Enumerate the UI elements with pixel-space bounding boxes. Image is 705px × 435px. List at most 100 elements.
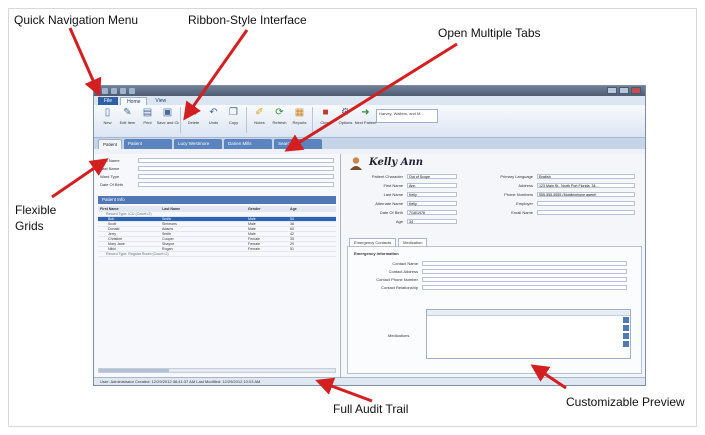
ribbon-button-next-patient[interactable]: ➜ Next Patient xyxy=(355,107,377,137)
ribbon-button-refresh[interactable]: ⟳ Refresh xyxy=(270,107,289,137)
grid-column-header[interactable]: Age xyxy=(288,206,336,211)
table-cell: Donald xyxy=(108,227,120,231)
ribbon-button-reports[interactable]: ▦ Reports xyxy=(290,107,309,137)
filter-input[interactable] xyxy=(138,182,334,187)
filter-input[interactable] xyxy=(138,174,334,179)
document-tab[interactable]: Search xyxy=(274,139,323,149)
detail-label: First Name xyxy=(383,183,403,188)
new-document-icon: ▯ xyxy=(104,107,111,118)
detail-label: Alternate Name xyxy=(375,201,403,206)
patient-avatar-icon xyxy=(350,157,362,170)
qat-button[interactable] xyxy=(120,88,126,94)
ribbon-button-save-and-close[interactable]: ▣ Save and Close xyxy=(157,107,179,137)
close-window-button[interactable] xyxy=(631,87,641,94)
tab-medication[interactable]: Medication xyxy=(398,238,428,246)
ribbon-button-copy[interactable]: ❐ Copy xyxy=(224,107,243,137)
filter-label: Date Of Birth xyxy=(100,182,124,187)
detail-input[interactable]: 34 xyxy=(407,219,457,224)
contact-input[interactable] xyxy=(422,269,627,274)
filter-input[interactable] xyxy=(138,158,334,163)
ribbon-button-label: Options xyxy=(338,120,353,125)
table-cell: Male xyxy=(248,217,256,221)
detail-input[interactable]: Out of Scope xyxy=(407,174,457,179)
table-cell: 51 xyxy=(290,247,294,251)
filter-input[interactable] xyxy=(138,166,334,171)
detail-input[interactable]: Ann xyxy=(407,183,457,188)
document-tab[interactable]: Lucy Westmore xyxy=(174,139,223,149)
patient-grid: First Name Last Name Gender Age Record Type:… xyxy=(98,206,336,257)
detail-input[interactable]: 123 Main St., North Port Florida, 34... xyxy=(537,183,635,188)
table-cell: Smith xyxy=(162,217,172,221)
editor-side-button[interactable] xyxy=(623,317,629,323)
grid-column-header[interactable]: First Name xyxy=(98,206,160,211)
editor-side-button[interactable] xyxy=(623,333,629,339)
detail-input[interactable]: Kelly xyxy=(407,201,457,206)
printer-icon: ▤ xyxy=(142,107,153,118)
detail-label: Primary Language xyxy=(500,174,533,179)
document-tab[interactable]: Patient xyxy=(124,139,173,149)
ribbon-button-delete[interactable]: ✖ Delete xyxy=(184,107,203,137)
editor-side-button[interactable] xyxy=(623,325,629,331)
detail-input[interactable]: English xyxy=(537,174,635,179)
qat-button[interactable] xyxy=(111,88,117,94)
ribbon-button-edit-item[interactable]: ✎ Edit Item xyxy=(118,107,137,137)
menu-tab-view[interactable]: View xyxy=(149,97,172,105)
ribbon-button-label: Print xyxy=(143,120,152,125)
qat-button[interactable] xyxy=(129,88,135,94)
qat-button[interactable] xyxy=(102,88,108,94)
table-cell: Female xyxy=(248,237,260,241)
ribbon-button-close[interactable]: ■ Close xyxy=(316,107,335,137)
table-cell: 54 xyxy=(290,217,294,221)
ribbon-button-options[interactable]: ⚙ Options xyxy=(336,107,355,137)
edit-icon: ✎ xyxy=(123,107,132,118)
ribbon-button-label: Refresh xyxy=(272,120,287,125)
audit-status-bar: User: Administrator Created: 12/29/2012 … xyxy=(94,377,645,385)
editor-toolbar[interactable] xyxy=(427,310,630,316)
detail-input[interactable] xyxy=(537,210,635,215)
ribbon-button-print[interactable]: ▤ Print xyxy=(138,107,157,137)
table-cell: 60 xyxy=(290,227,294,231)
contact-label: Contact Address xyxy=(388,269,418,274)
ribbon-button-new[interactable]: ▯ New xyxy=(98,107,117,137)
ribbon-button-label: New xyxy=(103,120,112,125)
ribbon-button-notes[interactable]: ✐ Notes xyxy=(250,107,269,137)
table-cell: Male xyxy=(248,227,256,231)
contact-input[interactable] xyxy=(422,261,627,266)
document-tab[interactable]: Patient xyxy=(98,139,123,149)
grid-column-header[interactable]: Last Name xyxy=(160,206,246,211)
quick-access-toolbar[interactable] xyxy=(102,88,135,94)
tab-emergency-contacts[interactable]: Emergency Contacts xyxy=(349,238,397,246)
callout-quick-navigation: Quick Navigation Menu xyxy=(14,13,139,27)
ribbon-text-box[interactable]: Harvey, Walters, and M... xyxy=(376,109,438,123)
ribbon-button-undo[interactable]: ↶ Undo xyxy=(204,107,223,137)
table-cell: Rogan xyxy=(162,247,173,251)
callout-ribbon-interface: Ribbon-Style Interface xyxy=(188,13,307,27)
detail-input[interactable]: 7/16/1976 xyxy=(407,210,457,215)
table-cell: Shayne xyxy=(162,242,175,246)
filter-label: Last Name xyxy=(100,166,120,171)
contact-input[interactable] xyxy=(422,277,627,282)
detail-input[interactable]: Kelly xyxy=(407,192,457,197)
stage: Quick Navigation Menu Ribbon-Style Inter… xyxy=(0,0,705,435)
grid-group-label: Record Type: ICU (Count=2) xyxy=(106,212,152,216)
detail-input[interactable]: 555-555-5555 (Mobile/phone agent) xyxy=(537,192,635,197)
ribbon-button-label: Undo xyxy=(208,120,219,125)
detail-subtabs: Emergency Contacts Medication xyxy=(349,238,428,246)
grid-column-header[interactable]: Gender xyxy=(246,206,288,211)
minimize-button[interactable] xyxy=(607,87,617,94)
document-tab[interactable]: Darien Mills xyxy=(224,139,273,149)
detail-input[interactable] xyxy=(537,201,635,206)
grid-horizontal-scrollbar[interactable] xyxy=(98,368,336,373)
grid-group-row[interactable]: Record Type: Regular Room (Count=2) xyxy=(98,252,336,257)
reports-icon: ▦ xyxy=(294,107,305,118)
editor-side-button[interactable] xyxy=(623,341,629,347)
table-cell: Smith xyxy=(162,232,172,236)
ribbon-button-label: Close xyxy=(320,120,331,125)
medications-editor[interactable] xyxy=(426,309,631,359)
contact-input[interactable] xyxy=(422,285,627,290)
detail-label: Age xyxy=(395,219,403,224)
app-window: File Home View ▯ New ✎ Edit Item ▤ Print ▣ Save… xyxy=(93,85,646,386)
menu-tab-home[interactable]: Home xyxy=(120,97,148,105)
maximize-button[interactable] xyxy=(619,87,629,94)
menu-tab-file[interactable]: File xyxy=(98,97,119,105)
